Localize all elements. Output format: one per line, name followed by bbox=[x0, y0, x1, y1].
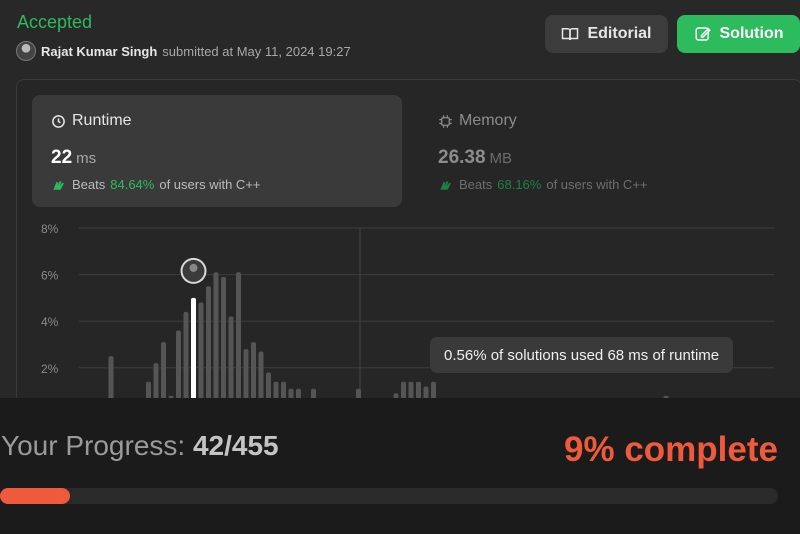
chart-tooltip: 0.56% of solutions used 68 ms of runtime bbox=[430, 337, 734, 373]
memory-label: Memory bbox=[459, 112, 517, 129]
memory-unit: MB bbox=[489, 150, 513, 167]
progress-bar bbox=[0, 488, 778, 504]
solution-button[interactable]: Solution bbox=[677, 15, 800, 53]
runtime-beats-suffix: of users with C++ bbox=[159, 177, 261, 192]
status-accepted: Accepted bbox=[17, 12, 93, 32]
runtime-value: 22 bbox=[51, 147, 73, 168]
y-tick-label: 6% bbox=[41, 269, 59, 283]
y-tick-label: 4% bbox=[41, 315, 59, 329]
submitted-at: submitted at May 11, 2024 19:27 bbox=[162, 43, 351, 59]
progress-section: Your Progress: 42/455 9% complete bbox=[0, 398, 800, 534]
user-name[interactable]: Rajat Kumar Singh bbox=[41, 44, 157, 59]
progress-complete: 9% complete bbox=[564, 430, 778, 469]
avatar-marker-head bbox=[189, 263, 198, 272]
progress-count: 42/455 bbox=[192, 430, 279, 461]
progress-label: Your Progress: bbox=[1, 430, 186, 461]
runtime-unit: ms bbox=[76, 150, 97, 167]
clock-icon bbox=[52, 114, 65, 128]
runtime-beats-label: Beats bbox=[72, 177, 106, 192]
clap-icon bbox=[440, 180, 451, 190]
progress-label-row: Your Progress: 42/455 bbox=[1, 430, 279, 462]
chip-icon bbox=[439, 114, 452, 128]
runtime-beats-pct: 84.64% bbox=[110, 177, 155, 192]
runtime-card[interactable]: Runtime 22 ms Beats 84.64% of users with … bbox=[32, 95, 402, 207]
memory-beats-label: Beats bbox=[459, 177, 493, 192]
memory-value: 26.38 bbox=[438, 147, 486, 168]
submission-byline: Rajat Kumar Singh submitted at May 11, 2… bbox=[16, 41, 351, 61]
memory-beats-suffix: of users with C++ bbox=[546, 177, 648, 192]
memory-beats-pct: 68.16% bbox=[497, 177, 542, 192]
y-tick-label: 2% bbox=[41, 362, 59, 376]
solution-label: Solution bbox=[719, 25, 784, 42]
clap-icon bbox=[53, 180, 64, 190]
edit-icon bbox=[695, 27, 711, 41]
book-icon bbox=[562, 28, 579, 41]
runtime-label: Runtime bbox=[72, 112, 132, 129]
progress-bar-fill bbox=[0, 488, 71, 504]
avatar[interactable] bbox=[16, 41, 36, 61]
y-tick-label: 8% bbox=[41, 222, 59, 236]
memory-card[interactable]: Memory 26.38 MB Beats 68.16% of users wit… bbox=[419, 95, 789, 207]
editorial-button[interactable]: Editorial bbox=[545, 15, 668, 53]
editorial-label: Editorial bbox=[587, 25, 652, 42]
